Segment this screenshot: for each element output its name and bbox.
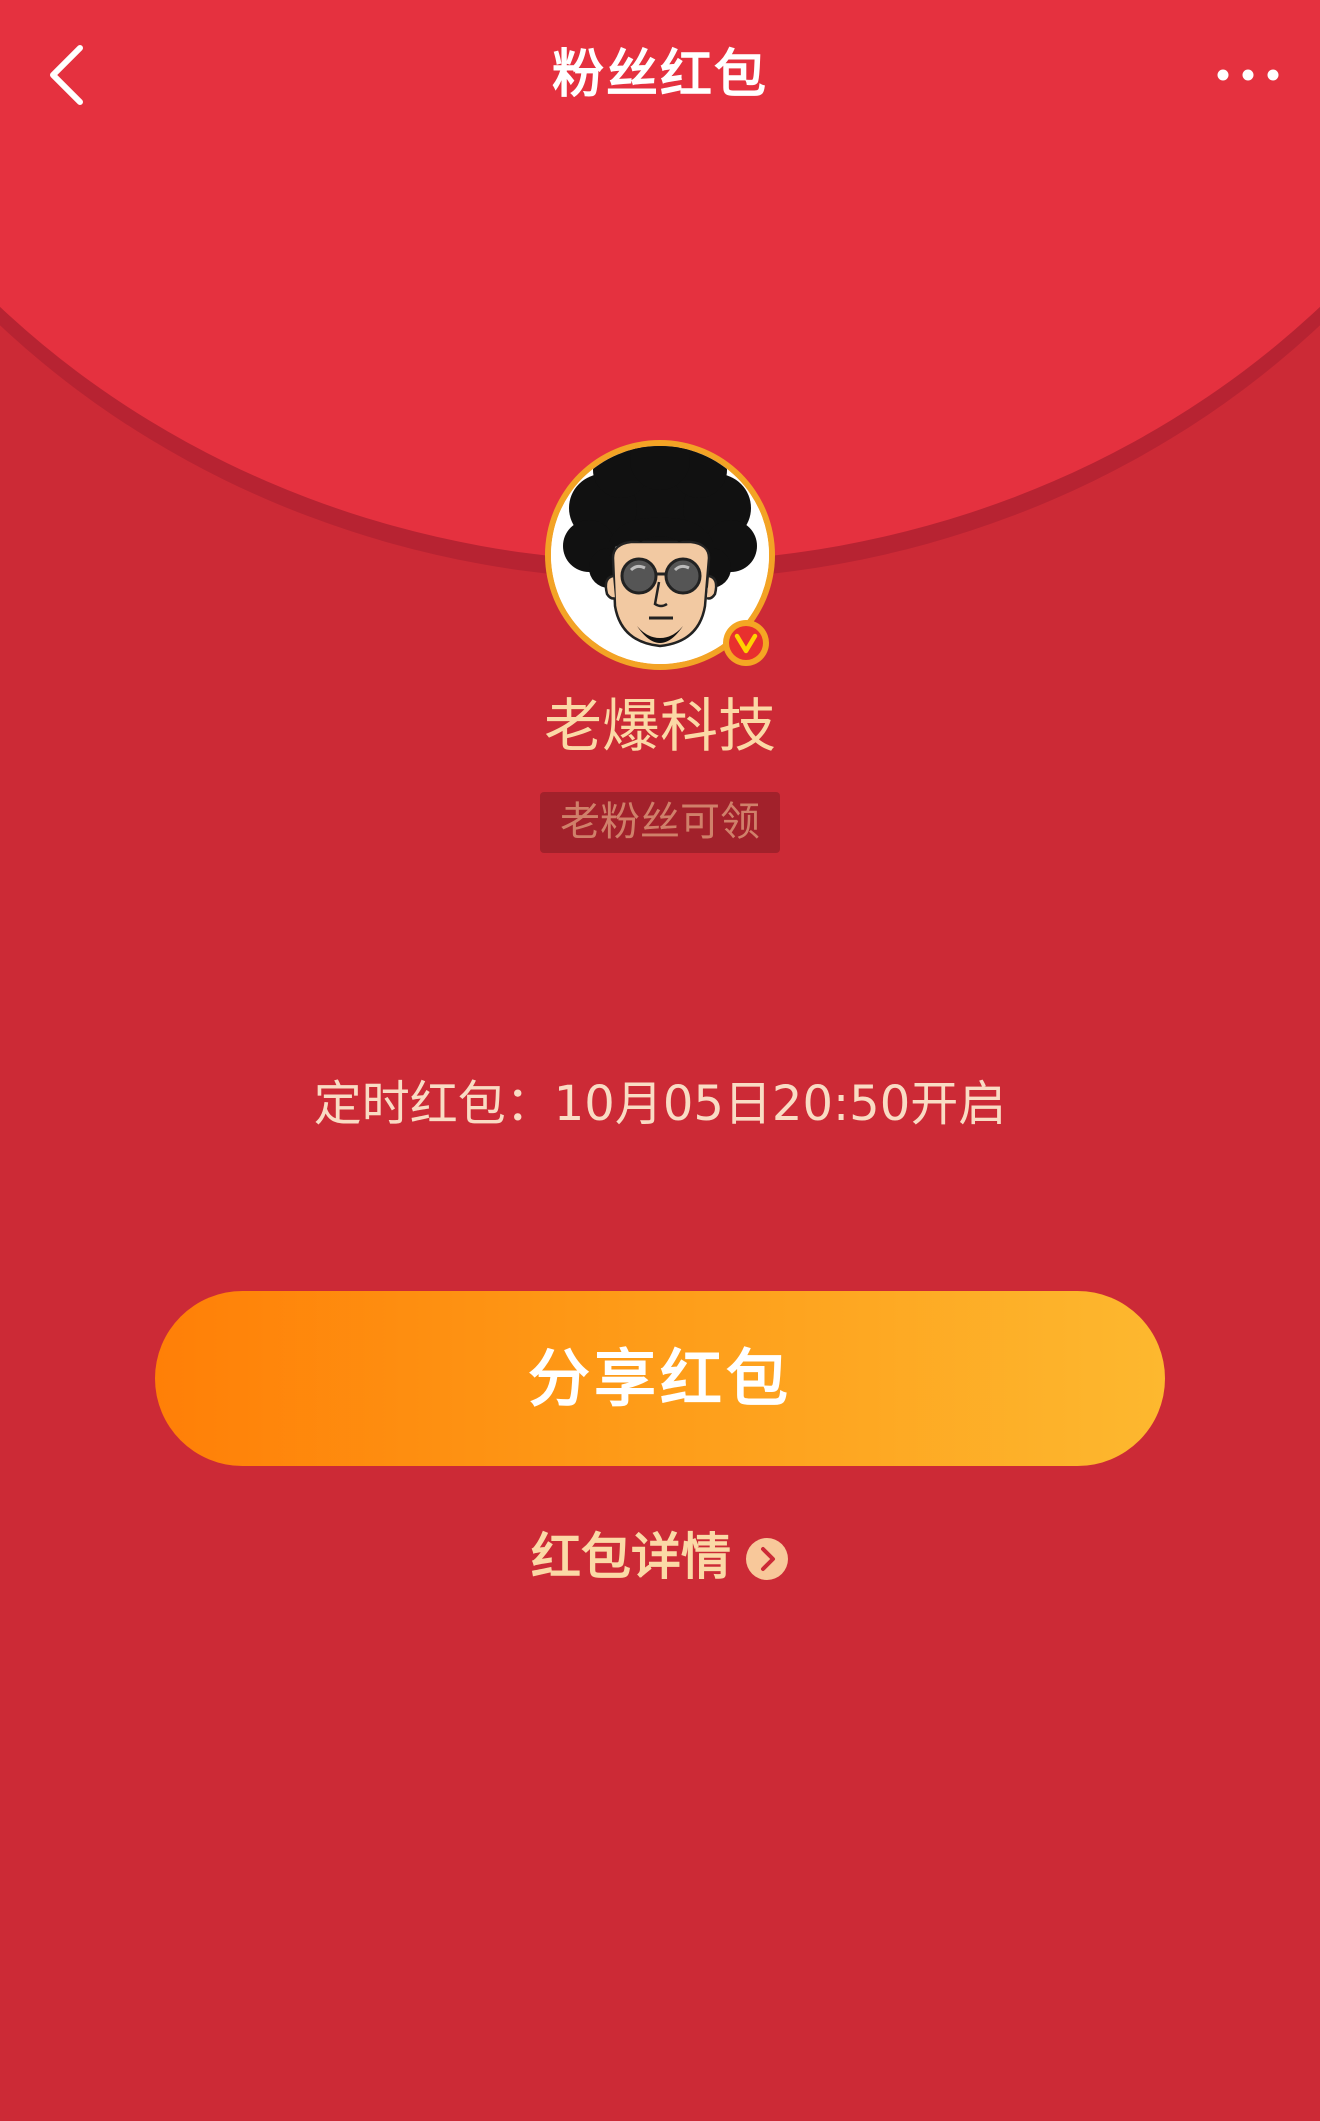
share-red-packet-button[interactable]: 分享红包 bbox=[155, 1291, 1165, 1466]
more-dots-icon bbox=[1217, 69, 1279, 81]
red-packet-page: 粉丝红包 老爆科技 老粉丝可领 定时红包：10月05日20:50开启 分享红包 … bbox=[0, 0, 1320, 2121]
author-name: 老爆科技 bbox=[543, 692, 776, 760]
red-packet-details-link[interactable]: 红包详情 bbox=[0, 1522, 1320, 1592]
scheduled-open-time: 定时红包：10月05日20:50开启 bbox=[313, 1076, 1007, 1132]
page-title: 粉丝红包 bbox=[551, 45, 768, 105]
more-button[interactable] bbox=[1198, 30, 1298, 120]
nav-bar: 粉丝红包 bbox=[0, 0, 1320, 150]
details-label: 红包详情 bbox=[531, 1528, 731, 1586]
audience-tag: 老粉丝可领 bbox=[540, 792, 780, 853]
verified-v-badge-icon bbox=[723, 620, 769, 666]
chevron-right-circle-icon bbox=[746, 1538, 788, 1580]
